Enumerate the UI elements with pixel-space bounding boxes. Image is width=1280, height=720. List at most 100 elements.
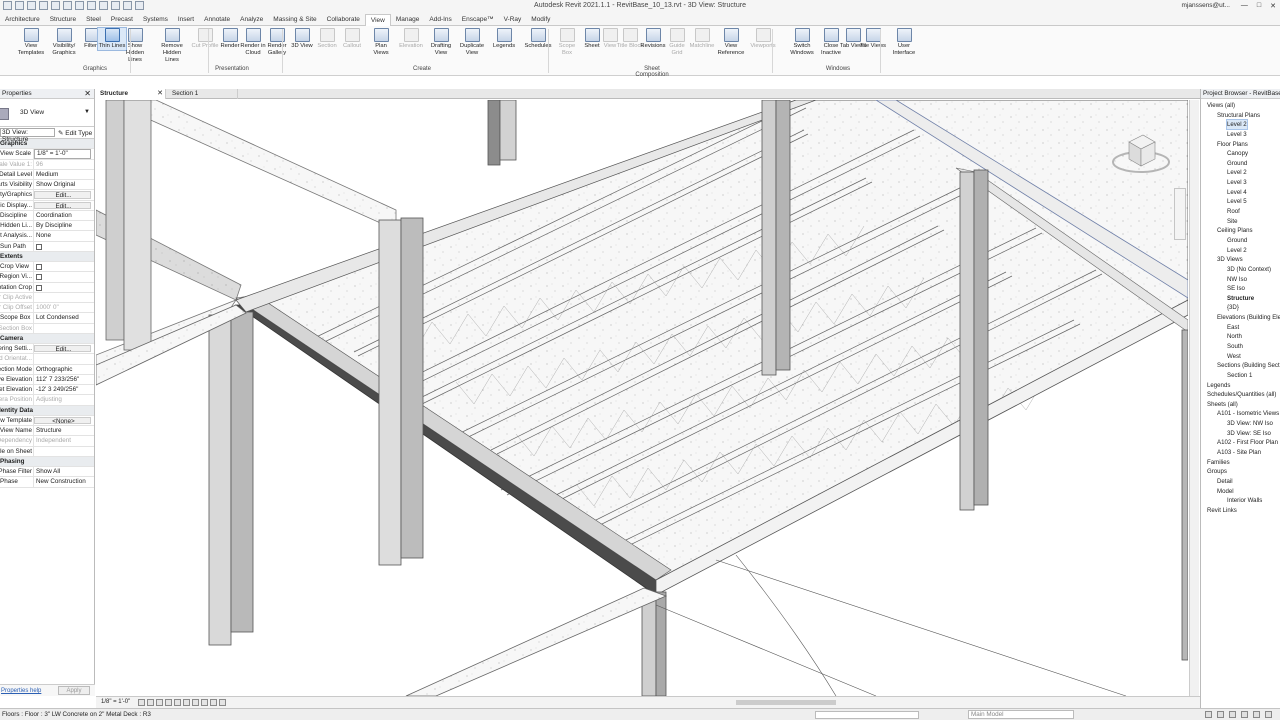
edit-type-button[interactable]: ✎ Edit Type (58, 129, 92, 137)
browser-item[interactable]: Floor Plans (1217, 140, 1248, 149)
property-row[interactable]: View Name Structure (0, 426, 94, 437)
property-value[interactable] (34, 262, 94, 271)
menu-tab-massing-site[interactable]: Massing & Site (268, 14, 321, 25)
navigation-bar[interactable] (1174, 188, 1186, 240)
ribbon-button-drafting-view[interactable]: Drafting View (427, 28, 455, 57)
property-row[interactable]: Locked Orientat... (0, 354, 94, 365)
browser-item[interactable]: Level 3 (1227, 130, 1247, 139)
browser-item[interactable]: Level 5 (1227, 197, 1247, 206)
close-button[interactable]: ✕ (1270, 2, 1276, 10)
browser-item[interactable]: Roof (1227, 207, 1240, 216)
browser-item[interactable]: A103 - Site Plan (1217, 448, 1261, 457)
browser-item[interactable]: Level 3 (1227, 178, 1247, 187)
property-edit-button[interactable]: Edit... (34, 345, 91, 353)
browser-item[interactable]: North (1227, 332, 1242, 341)
view-cube[interactable] (1111, 130, 1171, 175)
property-edit-button[interactable]: Edit... (34, 201, 91, 209)
menu-tab-insert[interactable]: Insert (173, 14, 199, 25)
property-value[interactable] (34, 242, 94, 251)
checkbox[interactable] (36, 264, 42, 270)
3d-view-canvas[interactable] (96, 100, 1188, 696)
detail-level-icon[interactable] (138, 699, 145, 706)
property-row[interactable]: Annotation Crop (0, 282, 94, 293)
browser-item[interactable]: Level 2 (1227, 168, 1247, 177)
browser-item[interactable]: 3D (No Context) (1227, 265, 1271, 274)
browser-item[interactable]: Families (1207, 458, 1230, 467)
ribbon-button-callout[interactable]: Callout (338, 28, 366, 50)
property-row[interactable]: Visibility/GraphicsEdit... (0, 190, 94, 201)
property-row[interactable]: Crop Region Vi... (0, 272, 94, 283)
property-row[interactable]: Eye Elevation 112' 7 233/256" (0, 374, 94, 385)
property-row[interactable]: Target Elevation -12' 3 249/256" (0, 385, 94, 396)
browser-item[interactable]: Section 1 (1227, 371, 1252, 380)
ribbon-button-switch-windows[interactable]: Switch Windows (788, 28, 816, 57)
browser-item[interactable]: Schedules/Quantities (all) (1207, 390, 1276, 399)
browser-item[interactable]: NW Iso (1227, 275, 1247, 284)
browser-item[interactable]: Model (1217, 487, 1234, 496)
minimize-button[interactable]: — (1241, 2, 1248, 10)
ribbon-button-section[interactable]: Section (313, 28, 341, 50)
temporary-hide-icon[interactable] (210, 699, 217, 706)
browser-item[interactable]: Elevations (Building Elevation) (1217, 313, 1280, 322)
ribbon-button-view-reference[interactable]: View Reference (717, 28, 745, 57)
browser-item[interactable]: West (1227, 352, 1241, 361)
type-selector[interactable]: 3D View ▼ (0, 99, 94, 127)
browser-item[interactable]: Interior Walls (1227, 496, 1262, 505)
show-crop-icon[interactable] (192, 699, 199, 706)
filter-icon[interactable] (1265, 711, 1272, 718)
ribbon-button-render-gallery[interactable]: Render Gallery (263, 28, 291, 57)
property-row[interactable]: Default Analysis... None (0, 231, 94, 242)
vertical-scrollbar[interactable] (1189, 100, 1199, 696)
ribbon-button-matchline[interactable]: Matchline (688, 28, 716, 50)
ribbon-button-show-hidden-lines[interactable]: Show Hidden Lines (121, 28, 149, 64)
browser-item[interactable]: A101 - Isometric Views (1217, 409, 1279, 418)
browser-item[interactable]: {3D} (1227, 303, 1239, 312)
browser-item[interactable]: 3D View: SE Iso (1227, 429, 1271, 438)
visual-style-icon[interactable] (147, 699, 154, 706)
property-row[interactable]: Far Clip Active (0, 292, 94, 303)
select-pinned-icon[interactable] (1229, 711, 1236, 718)
browser-item[interactable]: Legends (1207, 381, 1230, 390)
browser-item[interactable]: Structural Plans (1217, 111, 1260, 120)
properties-help-link[interactable]: Properties help (1, 688, 41, 694)
ribbon-button-remove-hidden-lines[interactable]: Remove Hidden Lines (158, 28, 186, 64)
property-row[interactable]: Section Box (0, 323, 94, 334)
menu-tab-architecture[interactable]: Architecture (0, 14, 45, 25)
select-links-icon[interactable] (1205, 711, 1212, 718)
crop-view-icon[interactable] (183, 699, 190, 706)
render-icon[interactable] (174, 699, 181, 706)
property-value[interactable]: 1/8" = 1'-0" (34, 149, 91, 159)
property-row[interactable]: Detail Level Medium (0, 169, 94, 180)
view-tab-structure[interactable]: Structure ✕ (96, 89, 166, 99)
ribbon-button-visibility-graphics[interactable]: Visibility/ Graphics (50, 28, 78, 57)
property-row[interactable]: Title on Sheet (0, 446, 94, 457)
property-edit-button[interactable]: <None> (34, 416, 91, 424)
sun-path-icon[interactable] (156, 699, 163, 706)
ribbon-button-cut-profile[interactable]: Cut Profile (191, 28, 219, 50)
property-row[interactable]: Rendering Setti...Edit... (0, 344, 94, 355)
property-row[interactable]: Parts Visibility Show Original (0, 180, 94, 191)
browser-item[interactable]: Canopy (1227, 149, 1248, 158)
browser-item[interactable]: Sheets (all) (1207, 400, 1238, 409)
browser-item[interactable]: Site (1227, 217, 1238, 226)
shadows-icon[interactable] (165, 699, 172, 706)
user-account[interactable]: mjanssens@ut... (1181, 2, 1230, 9)
design-option-select[interactable]: Main Model (968, 710, 1074, 719)
browser-item[interactable]: Ground (1227, 236, 1247, 245)
property-row[interactable]: Phase New Construction (0, 477, 94, 488)
view-scale[interactable]: 1/8" = 1'-0" (101, 699, 130, 705)
menu-tab-annotate[interactable]: Annotate (199, 14, 235, 25)
horizontal-scrollbar[interactable] (736, 700, 836, 705)
browser-item[interactable]: Detail (1217, 477, 1233, 486)
ribbon-button-view-templates[interactable]: View Templates (17, 28, 45, 57)
menu-tab-manage[interactable]: Manage (391, 14, 425, 25)
ribbon-button-elevation[interactable]: Elevation (397, 28, 425, 50)
browser-item[interactable]: 3D Views (1217, 255, 1243, 264)
property-row[interactable]: Graphic Display...Edit... (0, 200, 94, 211)
ribbon-button-scope-box[interactable]: Scope Box (553, 28, 581, 57)
menu-tab-collaborate[interactable]: Collaborate (322, 14, 365, 25)
chevron-down-icon[interactable]: ▼ (84, 109, 90, 115)
checkbox[interactable] (36, 243, 42, 250)
ribbon-button-3d-view[interactable]: 3D View (288, 28, 316, 50)
select-underlay-icon[interactable] (1217, 711, 1224, 718)
